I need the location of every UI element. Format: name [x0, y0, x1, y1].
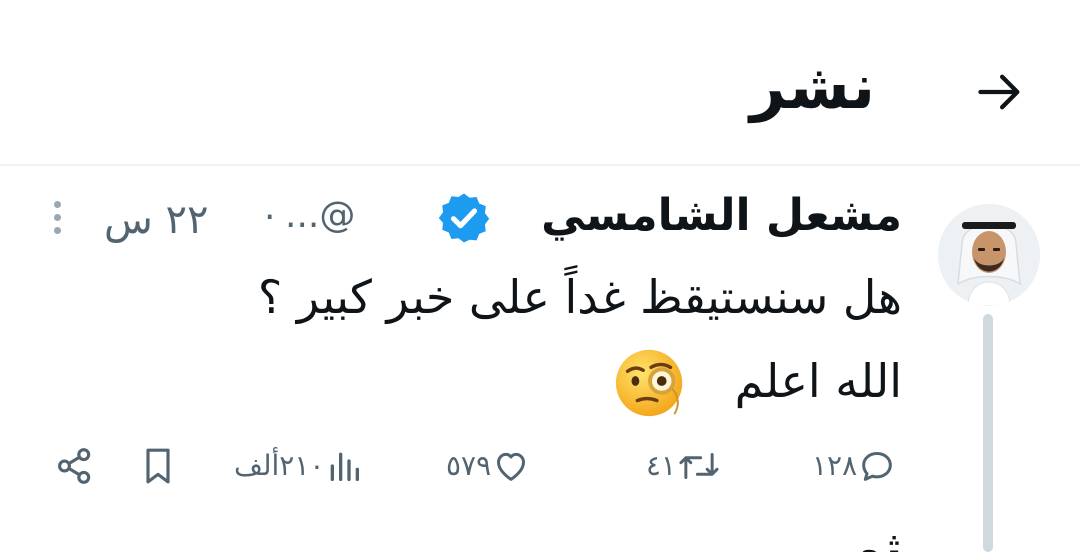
bookmark-icon: [146, 448, 170, 484]
analytics-icon: [331, 452, 360, 481]
retweet-button[interactable]: ٤١: [646, 446, 722, 486]
page-title: نشر: [750, 50, 875, 123]
views-count: ٢١٠ألف: [234, 449, 325, 482]
separator-dot: ·: [264, 197, 276, 238]
reply-button[interactable]: ١٢٨: [812, 446, 897, 486]
like-button[interactable]: ٥٧٩: [446, 446, 531, 486]
display-name[interactable]: مشعل الشامسي: [541, 180, 902, 252]
views-button[interactable]: ٢١٠ألف: [234, 446, 364, 486]
arrow-right-icon: [978, 74, 1020, 110]
retweet-count: ٤١: [646, 449, 677, 482]
thread-line: [983, 314, 993, 552]
handle[interactable]: ...@: [285, 196, 355, 236]
share-icon: [58, 448, 91, 484]
avatar-image: [938, 204, 1040, 306]
avatar[interactable]: [938, 204, 1040, 306]
header-divider: [0, 164, 1080, 166]
bookmark-button[interactable]: [138, 444, 178, 488]
tweet-text-line: الله اعلم: [734, 354, 902, 408]
back-button[interactable]: [962, 54, 1038, 130]
top-bar: نشر: [0, 0, 1080, 164]
tweet-text-line: هل سنستيقظ غداً على خبر كبير ؟: [257, 270, 902, 324]
more-options-button[interactable]: [48, 198, 66, 242]
tweet-detail-screen: نشر مشعل الشامسي ...@ · ٢٢ س هل سنستيقظ …: [0, 0, 1080, 552]
face-with-monocle-emoji-icon: [615, 349, 683, 417]
share-button[interactable]: [54, 444, 96, 488]
timestamp: ٢٢ س: [104, 197, 209, 243]
verified-badge-icon: [438, 193, 490, 243]
next-reply-partial-text: ثم: [848, 521, 902, 552]
reply-count: ١٢٨: [812, 449, 858, 482]
retweet-icon: [679, 453, 719, 479]
heart-icon: [497, 452, 526, 481]
like-count: ٥٧٩: [446, 449, 492, 482]
more-vertical-icon: [48, 201, 66, 234]
comment-icon: [862, 452, 892, 481]
